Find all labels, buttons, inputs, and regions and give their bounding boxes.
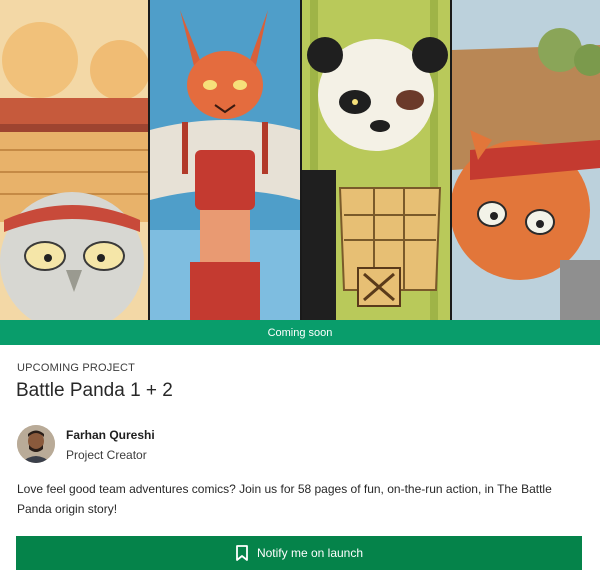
notify-me-button[interactable]: Notify me on launch: [16, 536, 582, 570]
project-title[interactable]: Battle Panda 1 + 2: [16, 380, 173, 402]
project-status-eyebrow: UPCOMING PROJECT: [17, 362, 136, 374]
creator-avatar[interactable]: [17, 425, 55, 463]
project-description: Love feel good team adventures comics? J…: [17, 482, 552, 516]
panel-cat: [450, 0, 600, 320]
creator-name[interactable]: Farhan Qureshi: [66, 428, 155, 442]
panel-fox: [150, 0, 300, 320]
coming-soon-banner: Coming soon: [0, 320, 600, 345]
comic-panels-illustration: [0, 0, 600, 320]
coming-soon-label: Coming soon: [267, 326, 333, 339]
creator-avatar-photo: [17, 425, 55, 463]
notify-me-label: Notify me on launch: [256, 546, 364, 560]
bookmark-icon: [236, 545, 248, 561]
project-hero-image[interactable]: [0, 0, 600, 320]
creator-role: Project Creator: [66, 448, 147, 462]
project-card: Coming soon UPCOMING PROJECT Battle Pand…: [0, 0, 600, 588]
panel-panda: [302, 0, 450, 320]
panel-owl: [0, 0, 150, 320]
